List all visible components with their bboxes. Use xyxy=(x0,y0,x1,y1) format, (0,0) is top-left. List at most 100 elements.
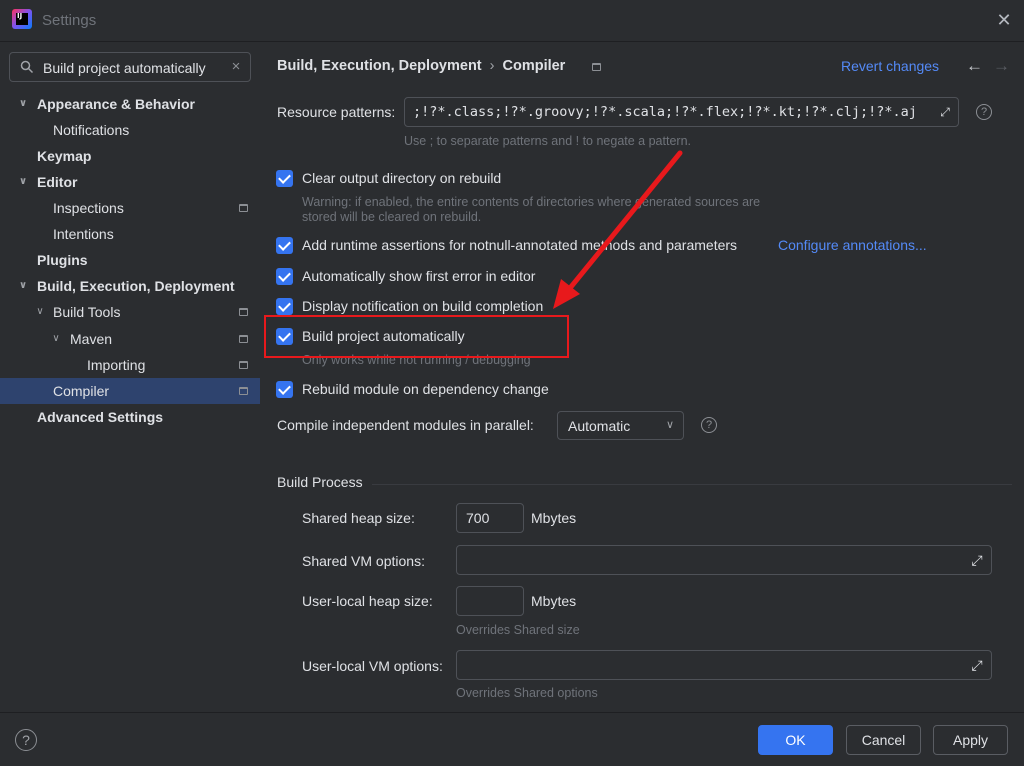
compile-parallel-dropdown[interactable]: Automatic ∨ xyxy=(557,411,684,440)
breadcrumb-separator: › xyxy=(489,58,495,74)
sidebar-item-build-tools[interactable]: ∨ Build Tools xyxy=(0,299,260,325)
clear-search-icon[interactable]: × xyxy=(229,58,243,76)
sidebar-item-keymap[interactable]: Keymap xyxy=(0,143,260,169)
sidebar-item-plugins[interactable]: Plugins xyxy=(0,247,260,273)
rebuild-module-checkbox[interactable] xyxy=(276,381,293,398)
user-heap-input[interactable] xyxy=(456,586,524,616)
close-icon[interactable]: ✕ xyxy=(996,11,1012,29)
shared-heap-input[interactable]: 700 xyxy=(456,503,524,533)
sidebar-item-notifications[interactable]: Notifications xyxy=(0,117,260,143)
sidebar-item-importing[interactable]: Importing xyxy=(0,352,260,378)
sidebar-item-intentions[interactable]: Intentions xyxy=(0,221,260,247)
chevron-down-icon[interactable]: ∨ xyxy=(49,326,63,352)
section-divider xyxy=(372,484,1012,485)
expand-icon[interactable]: ⤢ xyxy=(970,659,984,673)
help-icon[interactable]: ? xyxy=(976,104,992,120)
search-icon xyxy=(20,60,34,74)
display-notification-label: Display notification on build completion xyxy=(302,298,544,314)
sidebar-item-label: Editor xyxy=(37,174,78,190)
project-settings-icon xyxy=(239,204,248,212)
sidebar-item-build-execution-deployment[interactable]: ∨ Build, Execution, Deployment xyxy=(0,273,260,299)
apply-button[interactable]: Apply xyxy=(933,725,1008,755)
sidebar-item-editor[interactable]: ∨ Editor xyxy=(0,169,260,195)
rebuild-module-label: Rebuild module on dependency change xyxy=(302,381,549,397)
project-settings-icon xyxy=(239,387,248,395)
clear-output-hint-2: stored will be cleared on rebuild. xyxy=(302,210,482,224)
show-first-error-checkbox[interactable] xyxy=(276,268,293,285)
user-heap-unit: Mbytes xyxy=(531,593,577,609)
clear-output-hint-1: Warning: if enabled, the entire contents… xyxy=(302,195,761,209)
resource-patterns-value: ;!?*.class;!?*.groovy;!?*.scala;!?*.flex… xyxy=(413,104,917,120)
expand-icon[interactable]: ⤢ xyxy=(970,554,984,568)
sidebar-item-label: Appearance & Behavior xyxy=(37,96,195,112)
sidebar-item-inspections[interactable]: Inspections xyxy=(0,195,260,221)
user-vm-hint: Overrides Shared options xyxy=(456,686,598,700)
chevron-down-icon[interactable]: ∨ xyxy=(16,273,30,299)
runtime-assertions-checkbox[interactable] xyxy=(276,237,293,254)
ok-button[interactable]: OK xyxy=(758,725,833,755)
sidebar-item-label: Build, Execution, Deployment xyxy=(37,278,235,294)
help-icon[interactable]: ? xyxy=(15,729,37,751)
resource-patterns-input[interactable]: ;!?*.class;!?*.groovy;!?*.scala;!?*.flex… xyxy=(404,97,959,127)
sidebar-item-label: Build Tools xyxy=(53,304,121,320)
user-vm-label: User-local VM options: xyxy=(302,658,443,674)
chevron-down-icon[interactable]: ∨ xyxy=(16,91,30,117)
compiler-settings-panel: Build, Execution, Deployment › Compiler Re… xyxy=(260,42,1024,712)
shared-heap-label: Shared heap size: xyxy=(302,510,415,526)
chevron-down-icon[interactable]: ∨ xyxy=(33,299,47,325)
project-settings-icon xyxy=(592,63,601,71)
project-settings-icon xyxy=(239,335,248,343)
chevron-down-icon: ∨ xyxy=(665,419,674,431)
window-title: Settings xyxy=(42,12,97,29)
sidebar-item-label: Maven xyxy=(70,331,113,347)
shared-vm-label: Shared VM options: xyxy=(302,553,425,569)
annotation-highlight-box xyxy=(264,315,569,358)
sidebar-item-label: Intentions xyxy=(53,226,114,242)
sidebar-item-label: Notifications xyxy=(53,122,130,138)
search-input[interactable] xyxy=(43,58,223,78)
sidebar-item-label: Keymap xyxy=(37,148,92,164)
configure-annotations-link[interactable]: Configure annotations... xyxy=(778,237,927,253)
sidebar-item-maven[interactable]: ∨ Maven xyxy=(0,326,260,352)
breadcrumb-current: Compiler xyxy=(502,58,566,74)
dialog-footer: ? OK Cancel Apply xyxy=(0,712,1024,766)
build-process-title: Build Process xyxy=(277,474,363,490)
chevron-down-icon[interactable]: ∨ xyxy=(16,169,30,195)
sidebar-item-appearance-behavior[interactable]: ∨ Appearance & Behavior xyxy=(0,91,260,117)
sidebar-item-compiler[interactable]: Compiler xyxy=(0,378,260,404)
help-icon[interactable]: ? xyxy=(701,417,717,433)
clear-output-label: Clear output directory on rebuild xyxy=(302,170,502,186)
shared-heap-value: 700 xyxy=(466,510,490,526)
cancel-button[interactable]: Cancel xyxy=(846,725,921,755)
show-first-error-label: Automatically show first error in editor xyxy=(302,268,536,284)
project-settings-icon xyxy=(239,308,248,316)
logo-text: IJ xyxy=(17,12,23,20)
revert-changes-link[interactable]: Revert changes xyxy=(841,58,939,74)
project-settings-icon xyxy=(239,361,248,369)
resource-patterns-label: Resource patterns: xyxy=(277,104,396,120)
user-heap-hint: Overrides Shared size xyxy=(456,623,580,637)
user-heap-label: User-local heap size: xyxy=(302,593,433,609)
sidebar-item-label: Plugins xyxy=(37,252,88,268)
shared-vm-input[interactable]: ⤢ xyxy=(456,545,992,575)
resource-patterns-hint: Use ; to separate patterns and ! to nega… xyxy=(404,134,691,148)
title-bar: IJ Settings ✕ xyxy=(0,0,1024,42)
settings-search-box[interactable]: × xyxy=(9,52,251,82)
sidebar-item-label: Compiler xyxy=(53,383,110,399)
display-notification-checkbox[interactable] xyxy=(276,298,293,315)
compile-parallel-value: Automatic xyxy=(568,418,631,434)
clear-output-checkbox[interactable] xyxy=(276,170,293,187)
breadcrumb-parent[interactable]: Build, Execution, Deployment xyxy=(277,58,482,74)
sidebar-item-advanced-settings[interactable]: Advanced Settings xyxy=(0,404,260,430)
expand-icon[interactable]: ⤢ xyxy=(938,105,952,119)
sidebar-item-label: Importing xyxy=(87,357,146,373)
user-vm-input[interactable]: ⤢ xyxy=(456,650,992,680)
runtime-assertions-label: Add runtime assertions for notnull-annot… xyxy=(302,237,738,253)
settings-sidebar: × ∨ Appearance & Behavior Notifications … xyxy=(0,42,260,712)
intellij-logo-icon: IJ xyxy=(12,9,32,29)
back-arrow-icon[interactable]: ← xyxy=(966,56,983,76)
shared-heap-unit: Mbytes xyxy=(531,510,577,526)
forward-arrow-icon[interactable]: → xyxy=(993,56,1010,76)
sidebar-item-label: Inspections xyxy=(53,200,124,216)
sidebar-item-label: Advanced Settings xyxy=(37,409,164,425)
